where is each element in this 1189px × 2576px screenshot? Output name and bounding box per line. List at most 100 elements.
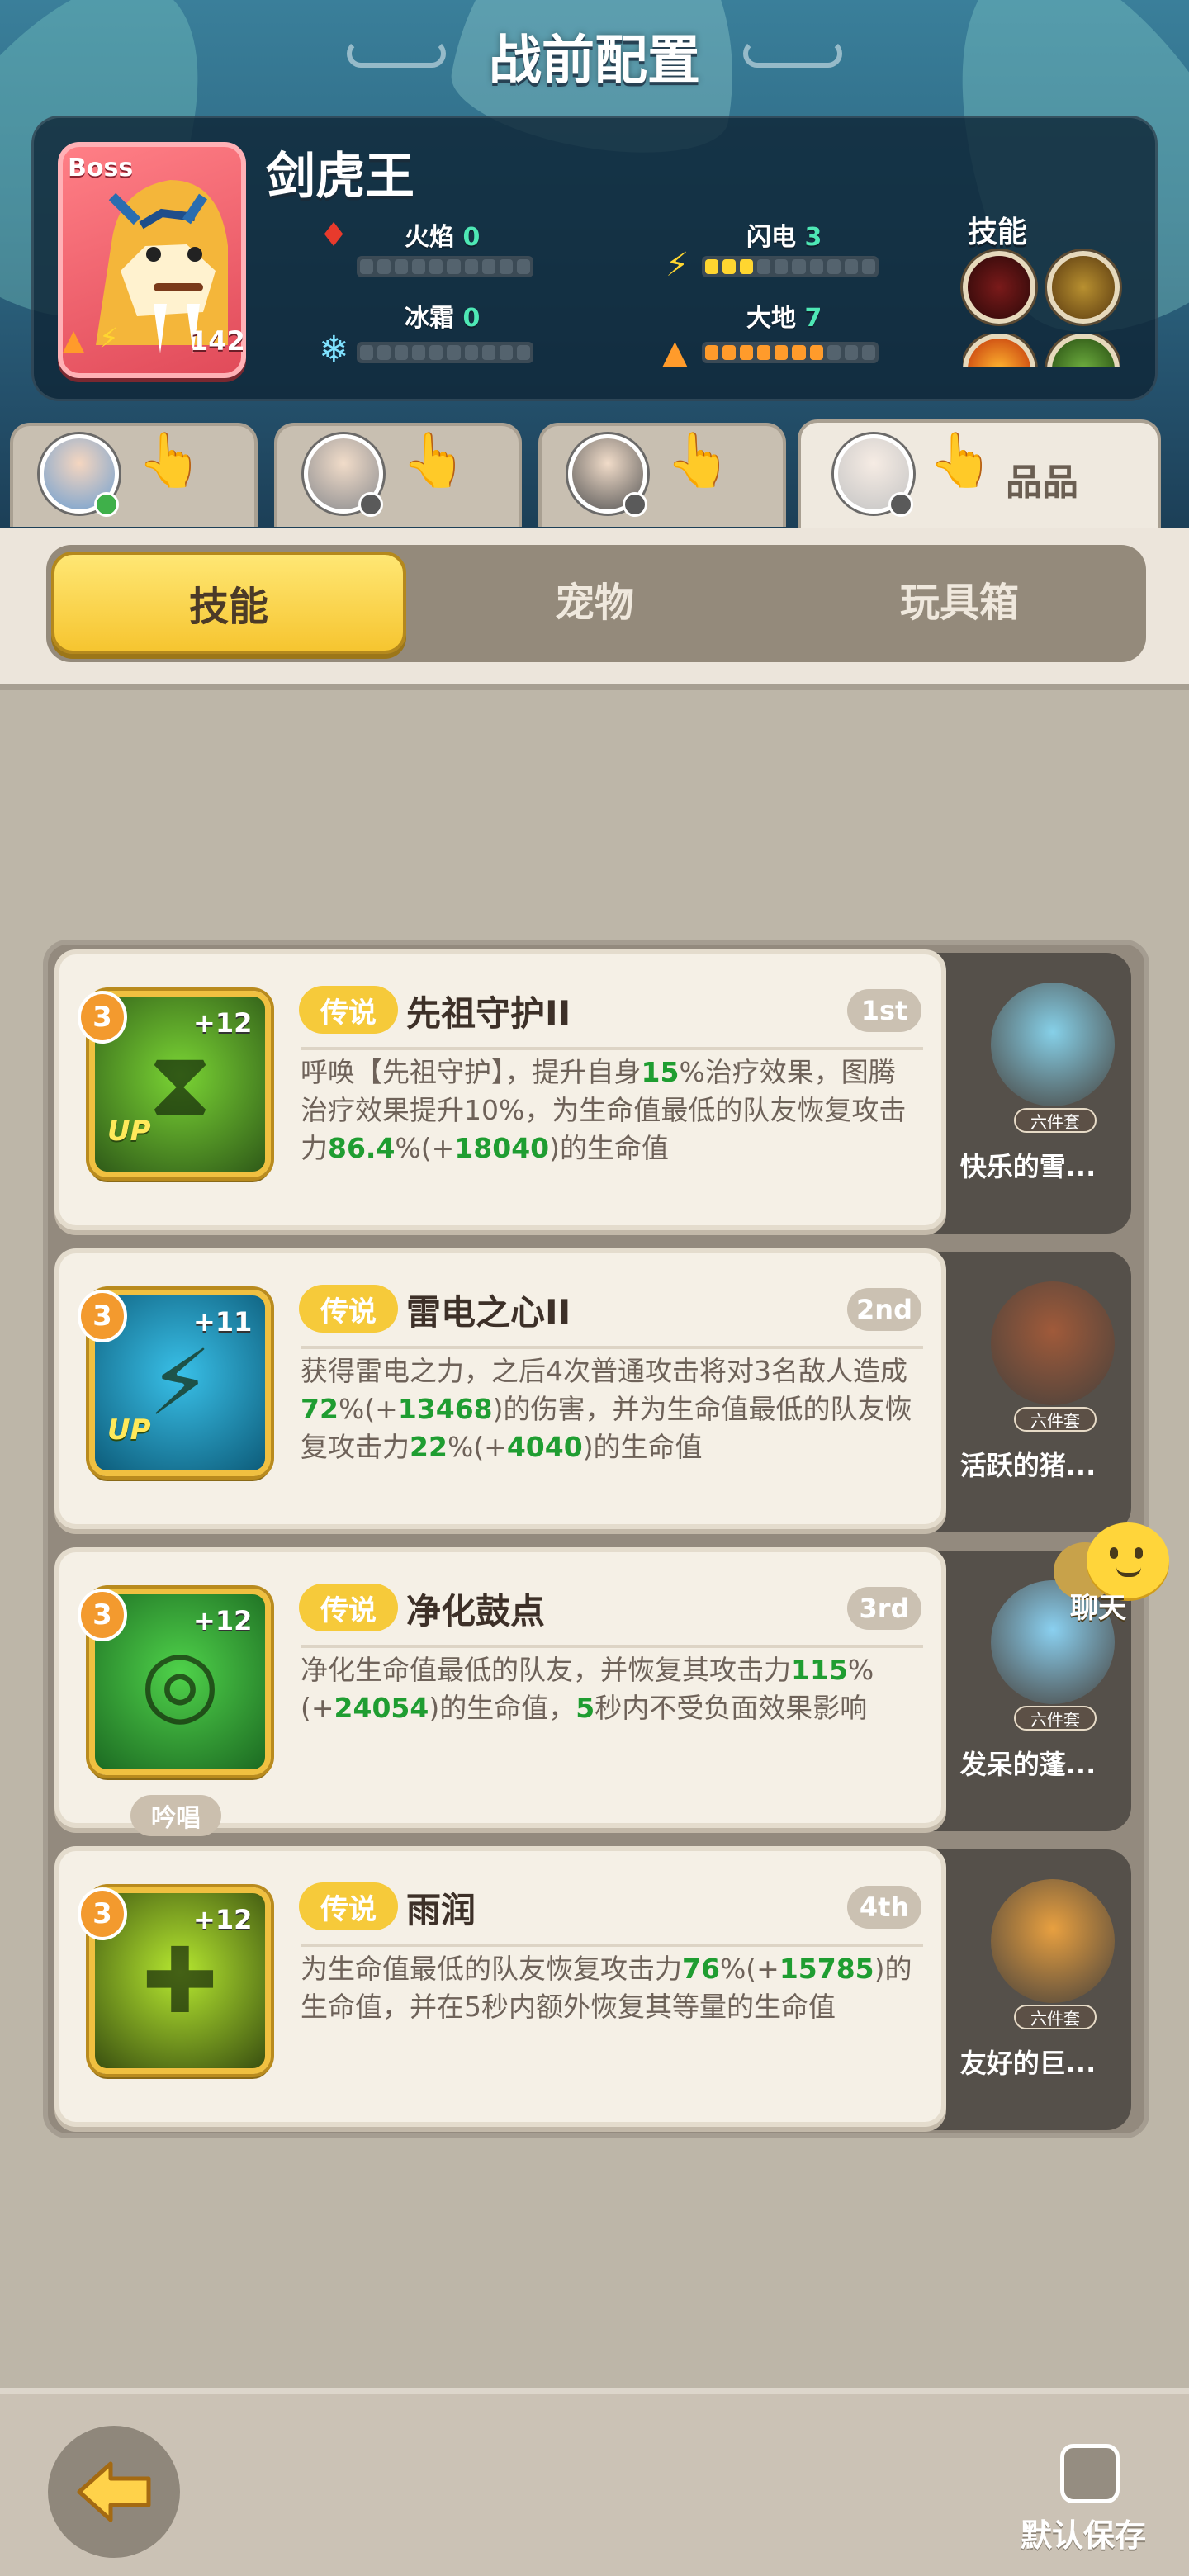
- progress-segment: [481, 345, 495, 360]
- skill-up-label: UP: [107, 1413, 151, 1447]
- pet-name: 活跃的猪...: [959, 1450, 1097, 1481]
- skill-level-badge: 3: [78, 1887, 127, 1940]
- progress-segment: [360, 259, 374, 274]
- progress-segment: [740, 259, 754, 274]
- progress-segment: [827, 345, 841, 360]
- progress-segment: [757, 345, 771, 360]
- progress-segment: [757, 259, 771, 274]
- progress-segment: [705, 345, 719, 360]
- desc-text: %(+: [447, 1431, 507, 1463]
- progress-segment: [395, 345, 409, 360]
- rarity-badge: 传说: [299, 1285, 398, 1333]
- pet-set-tag: 六件套: [1014, 1706, 1097, 1731]
- skill-level-badge: 3: [78, 1290, 127, 1342]
- skill-plus-level: +12: [193, 1904, 253, 1935]
- desc-value: 115: [791, 1654, 848, 1686]
- desc-value: 13468: [397, 1393, 493, 1425]
- lightning-icon: ⚡: [666, 246, 689, 284]
- progress-segment: [844, 259, 858, 274]
- desc-text: %(+: [395, 1132, 455, 1164]
- tab-skill[interactable]: 技能: [51, 552, 406, 654]
- frost-progress-bar: [357, 342, 533, 363]
- progress-segment: [827, 259, 841, 274]
- hero-status-icon: [623, 492, 647, 517]
- pet-set-tag: 六件套: [1014, 1407, 1097, 1432]
- skill-divider: [301, 1047, 923, 1050]
- hero-status-icon: [94, 492, 119, 517]
- tab-pet[interactable]: 宠物: [471, 570, 718, 627]
- frost-label: 冰霜 0: [405, 304, 481, 333]
- progress-segment: [464, 259, 478, 274]
- rarity-badge: 传说: [299, 986, 398, 1034]
- back-button[interactable]: [48, 2426, 180, 2558]
- lightning-icon: ⚡: [99, 322, 119, 355]
- snowflake-icon: ❄: [319, 329, 349, 371]
- skill-level-badge: 3: [78, 1589, 127, 1641]
- hero-status-icon: [888, 492, 913, 517]
- desc-value: 22: [410, 1431, 448, 1463]
- desc-text: )的生命值: [549, 1132, 669, 1164]
- pet-figure-icon: [991, 1281, 1115, 1405]
- progress-segment: [809, 345, 823, 360]
- progress-segment: [775, 345, 789, 360]
- back-arrow-icon: [77, 2461, 151, 2522]
- chant-tag: 吟唱: [130, 1795, 221, 1836]
- progress-segment: [775, 259, 789, 274]
- progress-segment: [429, 345, 443, 360]
- desc-text: 净化生命值最低的队友，并恢复其攻击力: [301, 1654, 791, 1686]
- desc-value: 72: [301, 1393, 339, 1425]
- skill-up-label: UP: [107, 1115, 151, 1148]
- boss-name: 剑虎王: [266, 148, 414, 206]
- pet-name: 发呆的蓬...: [959, 1749, 1097, 1780]
- page-title: 战前配置: [489, 31, 700, 92]
- desc-value: 86.4: [328, 1132, 396, 1164]
- progress-segment: [395, 259, 409, 274]
- earth-icon: ▲: [662, 334, 688, 372]
- progress-segment: [447, 259, 461, 274]
- tap-hand-icon: 👆: [928, 430, 994, 491]
- progress-segment: [722, 259, 737, 274]
- boss-skill-row-2: [963, 334, 1120, 367]
- hero-status-icon: [358, 492, 383, 517]
- pet-name: 快乐的雪...: [959, 1151, 1097, 1182]
- boss-skill-icon-4[interactable]: [1047, 334, 1120, 367]
- skill-description: 获得雷电之力，之后4次普通攻击将对3名敌人造成72%(+13468)的伤害，并为…: [301, 1352, 920, 1466]
- skill-description: 净化生命值最低的队友，并恢复其攻击力115%(+24054)的生命值，5秒内不受…: [301, 1651, 920, 1727]
- chat-label[interactable]: 聊天: [1070, 1585, 1126, 1626]
- boss-tag: Boss: [68, 154, 134, 182]
- default-save-checkbox[interactable]: [1060, 2444, 1120, 2503]
- pet-figure-icon: [991, 1879, 1115, 2003]
- progress-segment: [499, 259, 513, 274]
- desc-text: %(+: [719, 1953, 779, 1985]
- rarity-badge: 传说: [299, 1882, 398, 1930]
- skill-divider: [301, 1944, 923, 1947]
- skill-rank-badge: 2nd: [847, 1288, 921, 1331]
- earth-label: 大地 7: [746, 304, 822, 333]
- earth-icon: ▲: [63, 324, 85, 357]
- desc-text: )的生命值，: [429, 1692, 576, 1724]
- progress-segment: [499, 345, 513, 360]
- skill-level-badge: 3: [78, 991, 127, 1044]
- boss-skill-icon-3[interactable]: [963, 334, 1035, 367]
- desc-value: 18040: [454, 1132, 550, 1164]
- skill-divider: [301, 1645, 923, 1648]
- progress-segment: [809, 259, 823, 274]
- pet-figure-icon: [991, 983, 1115, 1106]
- skill-rank-badge: 3rd: [847, 1587, 921, 1630]
- skill-description: 为生命值最低的队友恢复攻击力76%(+15785)的生命值，并在5秒内额外恢复其…: [301, 1950, 920, 2026]
- desc-text: 为生命值最低的队友恢复攻击力: [301, 1953, 682, 1985]
- skill-name: 净化鼓点: [406, 1591, 546, 1631]
- progress-segment: [429, 259, 443, 274]
- lightning-progress-bar: [702, 256, 879, 277]
- default-save-label: 默认保存: [1021, 2517, 1147, 2554]
- tab-toybox[interactable]: 玩具箱: [836, 570, 1083, 627]
- boss-skill-icon-2[interactable]: [1047, 251, 1120, 324]
- progress-segment: [360, 345, 374, 360]
- desc-text: 秒内不受负面效果影响: [594, 1692, 868, 1724]
- desc-text: 获得雷电之力，之后4次普通攻击将对3名敌人造成: [301, 1355, 907, 1387]
- skill-plus-level: +12: [193, 1007, 253, 1039]
- boss-skill-icon-1[interactable]: [963, 251, 1035, 324]
- desc-value: 5: [576, 1692, 595, 1724]
- pet-set-tag: 六件套: [1014, 1108, 1097, 1133]
- progress-segment: [464, 345, 478, 360]
